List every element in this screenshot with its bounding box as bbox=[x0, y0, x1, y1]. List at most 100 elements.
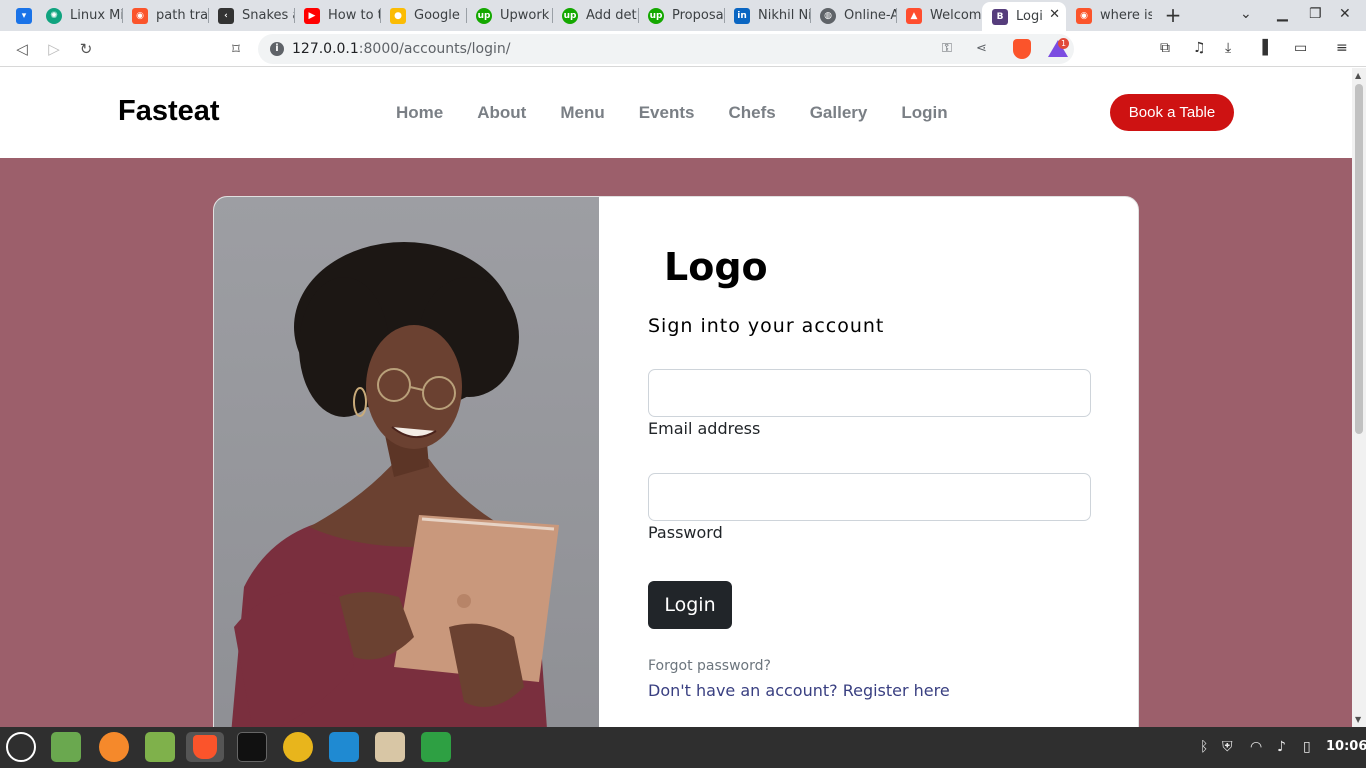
password-field[interactable] bbox=[648, 473, 1091, 521]
url-text[interactable]: 127.0.0.1:8000/accounts/login/ bbox=[292, 41, 510, 57]
extensions-icon[interactable]: ⧉ bbox=[1160, 40, 1170, 56]
nav-about[interactable]: About bbox=[477, 103, 526, 123]
url-path: :8000/accounts/login/ bbox=[358, 41, 511, 57]
new-tab-button[interactable]: + bbox=[1162, 4, 1184, 26]
tab-path-traversal[interactable]: ◉ path tra bbox=[122, 2, 208, 29]
youtube-icon: ▶ bbox=[304, 7, 320, 24]
media-icon[interactable]: ♫ bbox=[1193, 40, 1206, 56]
vscode-icon[interactable] bbox=[329, 732, 359, 762]
mint-menu-icon[interactable] bbox=[6, 732, 36, 762]
wifi-icon[interactable]: ◠ bbox=[1250, 739, 1262, 755]
maximize-window-icon[interactable]: ❐ bbox=[1309, 6, 1322, 22]
close-tab-icon[interactable]: ✕ bbox=[1049, 7, 1060, 22]
brave-shield-icon: ◉ bbox=[1076, 7, 1092, 24]
bluetooth-icon[interactable]: ᛒ bbox=[1200, 739, 1208, 755]
site-brand[interactable]: Fasteat bbox=[118, 95, 220, 128]
linkedin-icon: in bbox=[734, 7, 750, 24]
clock[interactable]: 10:06 bbox=[1326, 739, 1366, 754]
forgot-password-link[interactable]: Forgot password? bbox=[648, 658, 771, 674]
wallet-icon[interactable]: ▭ bbox=[1294, 40, 1307, 56]
photo-illustration bbox=[231, 242, 559, 727]
scroll-down-icon[interactable]: ▼ bbox=[1355, 715, 1361, 724]
reload-icon[interactable]: ↻ bbox=[76, 39, 96, 59]
main-navigation: Home About Menu Events Chefs Gallery Log… bbox=[396, 103, 982, 123]
flame-icon: ▲ bbox=[906, 7, 922, 24]
page-viewport: Fasteat Home About Menu Events Chefs Gal… bbox=[0, 68, 1352, 727]
nav-home[interactable]: Home bbox=[396, 103, 443, 123]
shield-app-icon[interactable] bbox=[421, 732, 451, 762]
globe-icon: ◍ bbox=[820, 7, 836, 24]
tab-label: Online-A bbox=[844, 8, 896, 23]
tab-google[interactable]: ● Google bbox=[380, 2, 466, 29]
files-icon[interactable] bbox=[145, 732, 175, 762]
password-label: Password bbox=[648, 523, 723, 542]
browser-toolbar: ◁ ▷ ↻ ⌑ i 127.0.0.1:8000/accounts/login/… bbox=[0, 31, 1366, 67]
bookmark-icon[interactable]: ⌑ bbox=[226, 39, 246, 59]
tab-welcome[interactable]: ▲ Welcom bbox=[896, 2, 982, 29]
site-info-icon[interactable]: i bbox=[270, 42, 284, 56]
openai-icon: ✺ bbox=[46, 7, 62, 24]
tab-label: where is bbox=[1100, 8, 1152, 23]
form-heading: Sign into your account bbox=[648, 315, 885, 337]
brave-icon[interactable] bbox=[186, 732, 224, 762]
brave-shields-icon[interactable] bbox=[1013, 39, 1031, 59]
address-bar[interactable]: i 127.0.0.1:8000/accounts/login/ ⚿ ⋖ 1 bbox=[258, 34, 1074, 64]
tab-search-chevron-icon[interactable]: ⌄ bbox=[1240, 6, 1252, 22]
terminal-icon[interactable] bbox=[237, 732, 267, 762]
battery-icon[interactable]: ▯ bbox=[1303, 739, 1311, 755]
key-icon[interactable]: ⚿ bbox=[942, 41, 952, 56]
nav-events[interactable]: Events bbox=[639, 103, 695, 123]
browser-tab-strip: ▾ ✺ Linux Mi ◉ path tra ‹ Snakes a ▶ How… bbox=[0, 0, 1366, 31]
upwork-icon: up bbox=[562, 7, 578, 24]
forward-arrow-icon[interactable]: ▷ bbox=[44, 39, 64, 59]
tab-login-active[interactable]: B Logi ✕ bbox=[982, 2, 1066, 31]
shield-tray-icon[interactable]: ⛨ bbox=[1222, 739, 1233, 755]
tab-label: Upwork bbox=[500, 8, 550, 23]
tab-brave-menu[interactable]: ▾ bbox=[6, 2, 36, 29]
tab-linux-mint[interactable]: ✺ Linux Mi bbox=[36, 2, 122, 29]
page-scrollbar[interactable]: ▲ ▼ bbox=[1352, 68, 1366, 727]
nav-gallery[interactable]: Gallery bbox=[810, 103, 868, 123]
login-button[interactable]: Login bbox=[648, 581, 732, 629]
close-window-icon[interactable]: ✕ bbox=[1339, 6, 1351, 22]
show-desktop-icon[interactable] bbox=[51, 732, 81, 762]
book-table-button[interactable]: Book a Table bbox=[1110, 94, 1234, 131]
nav-menu[interactable]: Menu bbox=[560, 103, 604, 123]
downloads-icon[interactable]: ⤓ bbox=[1225, 40, 1231, 56]
tab-online[interactable]: ◍ Online-A bbox=[810, 2, 896, 29]
site-header: Fasteat Home About Menu Events Chefs Gal… bbox=[0, 68, 1352, 158]
woman-with-tablet-photo bbox=[214, 197, 599, 727]
bolt-app-icon[interactable] bbox=[283, 732, 313, 762]
tab-upwork[interactable]: up Upwork bbox=[466, 2, 552, 29]
register-link[interactable]: Don't have an account? Register here bbox=[648, 681, 950, 700]
minimize-window-icon[interactable]: ▁ bbox=[1277, 6, 1288, 22]
nav-chefs[interactable]: Chefs bbox=[728, 103, 775, 123]
scroll-up-icon[interactable]: ▲ bbox=[1355, 71, 1361, 80]
sidebar-icon[interactable]: ▐ bbox=[1257, 40, 1268, 56]
firefox-icon[interactable] bbox=[99, 732, 129, 762]
main-menu-icon[interactable]: ≡ bbox=[1336, 40, 1348, 56]
tab-youtube[interactable]: ▶ How to t bbox=[294, 2, 380, 29]
back-arrow-icon[interactable]: ◁ bbox=[12, 39, 32, 59]
scroll-thumb[interactable] bbox=[1355, 84, 1363, 434]
email-field[interactable] bbox=[648, 369, 1091, 417]
sound-icon[interactable]: ♪ bbox=[1277, 739, 1286, 755]
tab-label: Add det bbox=[586, 8, 637, 23]
brave-shield-icon: ◉ bbox=[132, 7, 148, 24]
tab-where-is[interactable]: ◉ where is bbox=[1066, 2, 1152, 29]
tab-label: Proposa bbox=[672, 8, 724, 23]
share-icon[interactable]: ⋖ bbox=[976, 41, 987, 56]
brave-lion-icon bbox=[193, 735, 217, 759]
tab-snakes[interactable]: ‹ Snakes a bbox=[208, 2, 294, 29]
tab-add-details[interactable]: up Add det bbox=[552, 2, 638, 29]
url-host: 127.0.0.1 bbox=[292, 41, 359, 57]
tab-linkedin[interactable]: in Nikhil Ni bbox=[724, 2, 810, 29]
tab-label: path tra bbox=[156, 8, 208, 23]
brave-menu-icon: ▾ bbox=[16, 7, 32, 24]
form-logo: Logo bbox=[664, 245, 768, 289]
update-manager-icon[interactable] bbox=[375, 732, 405, 762]
nav-login[interactable]: Login bbox=[901, 103, 947, 123]
login-card: Logo Sign into your account Email addres… bbox=[213, 196, 1139, 727]
tab-proposal[interactable]: up Proposa bbox=[638, 2, 724, 29]
os-taskbar: ᛒ ⛨ ◠ ♪ ▯ 10:06 bbox=[0, 727, 1366, 768]
